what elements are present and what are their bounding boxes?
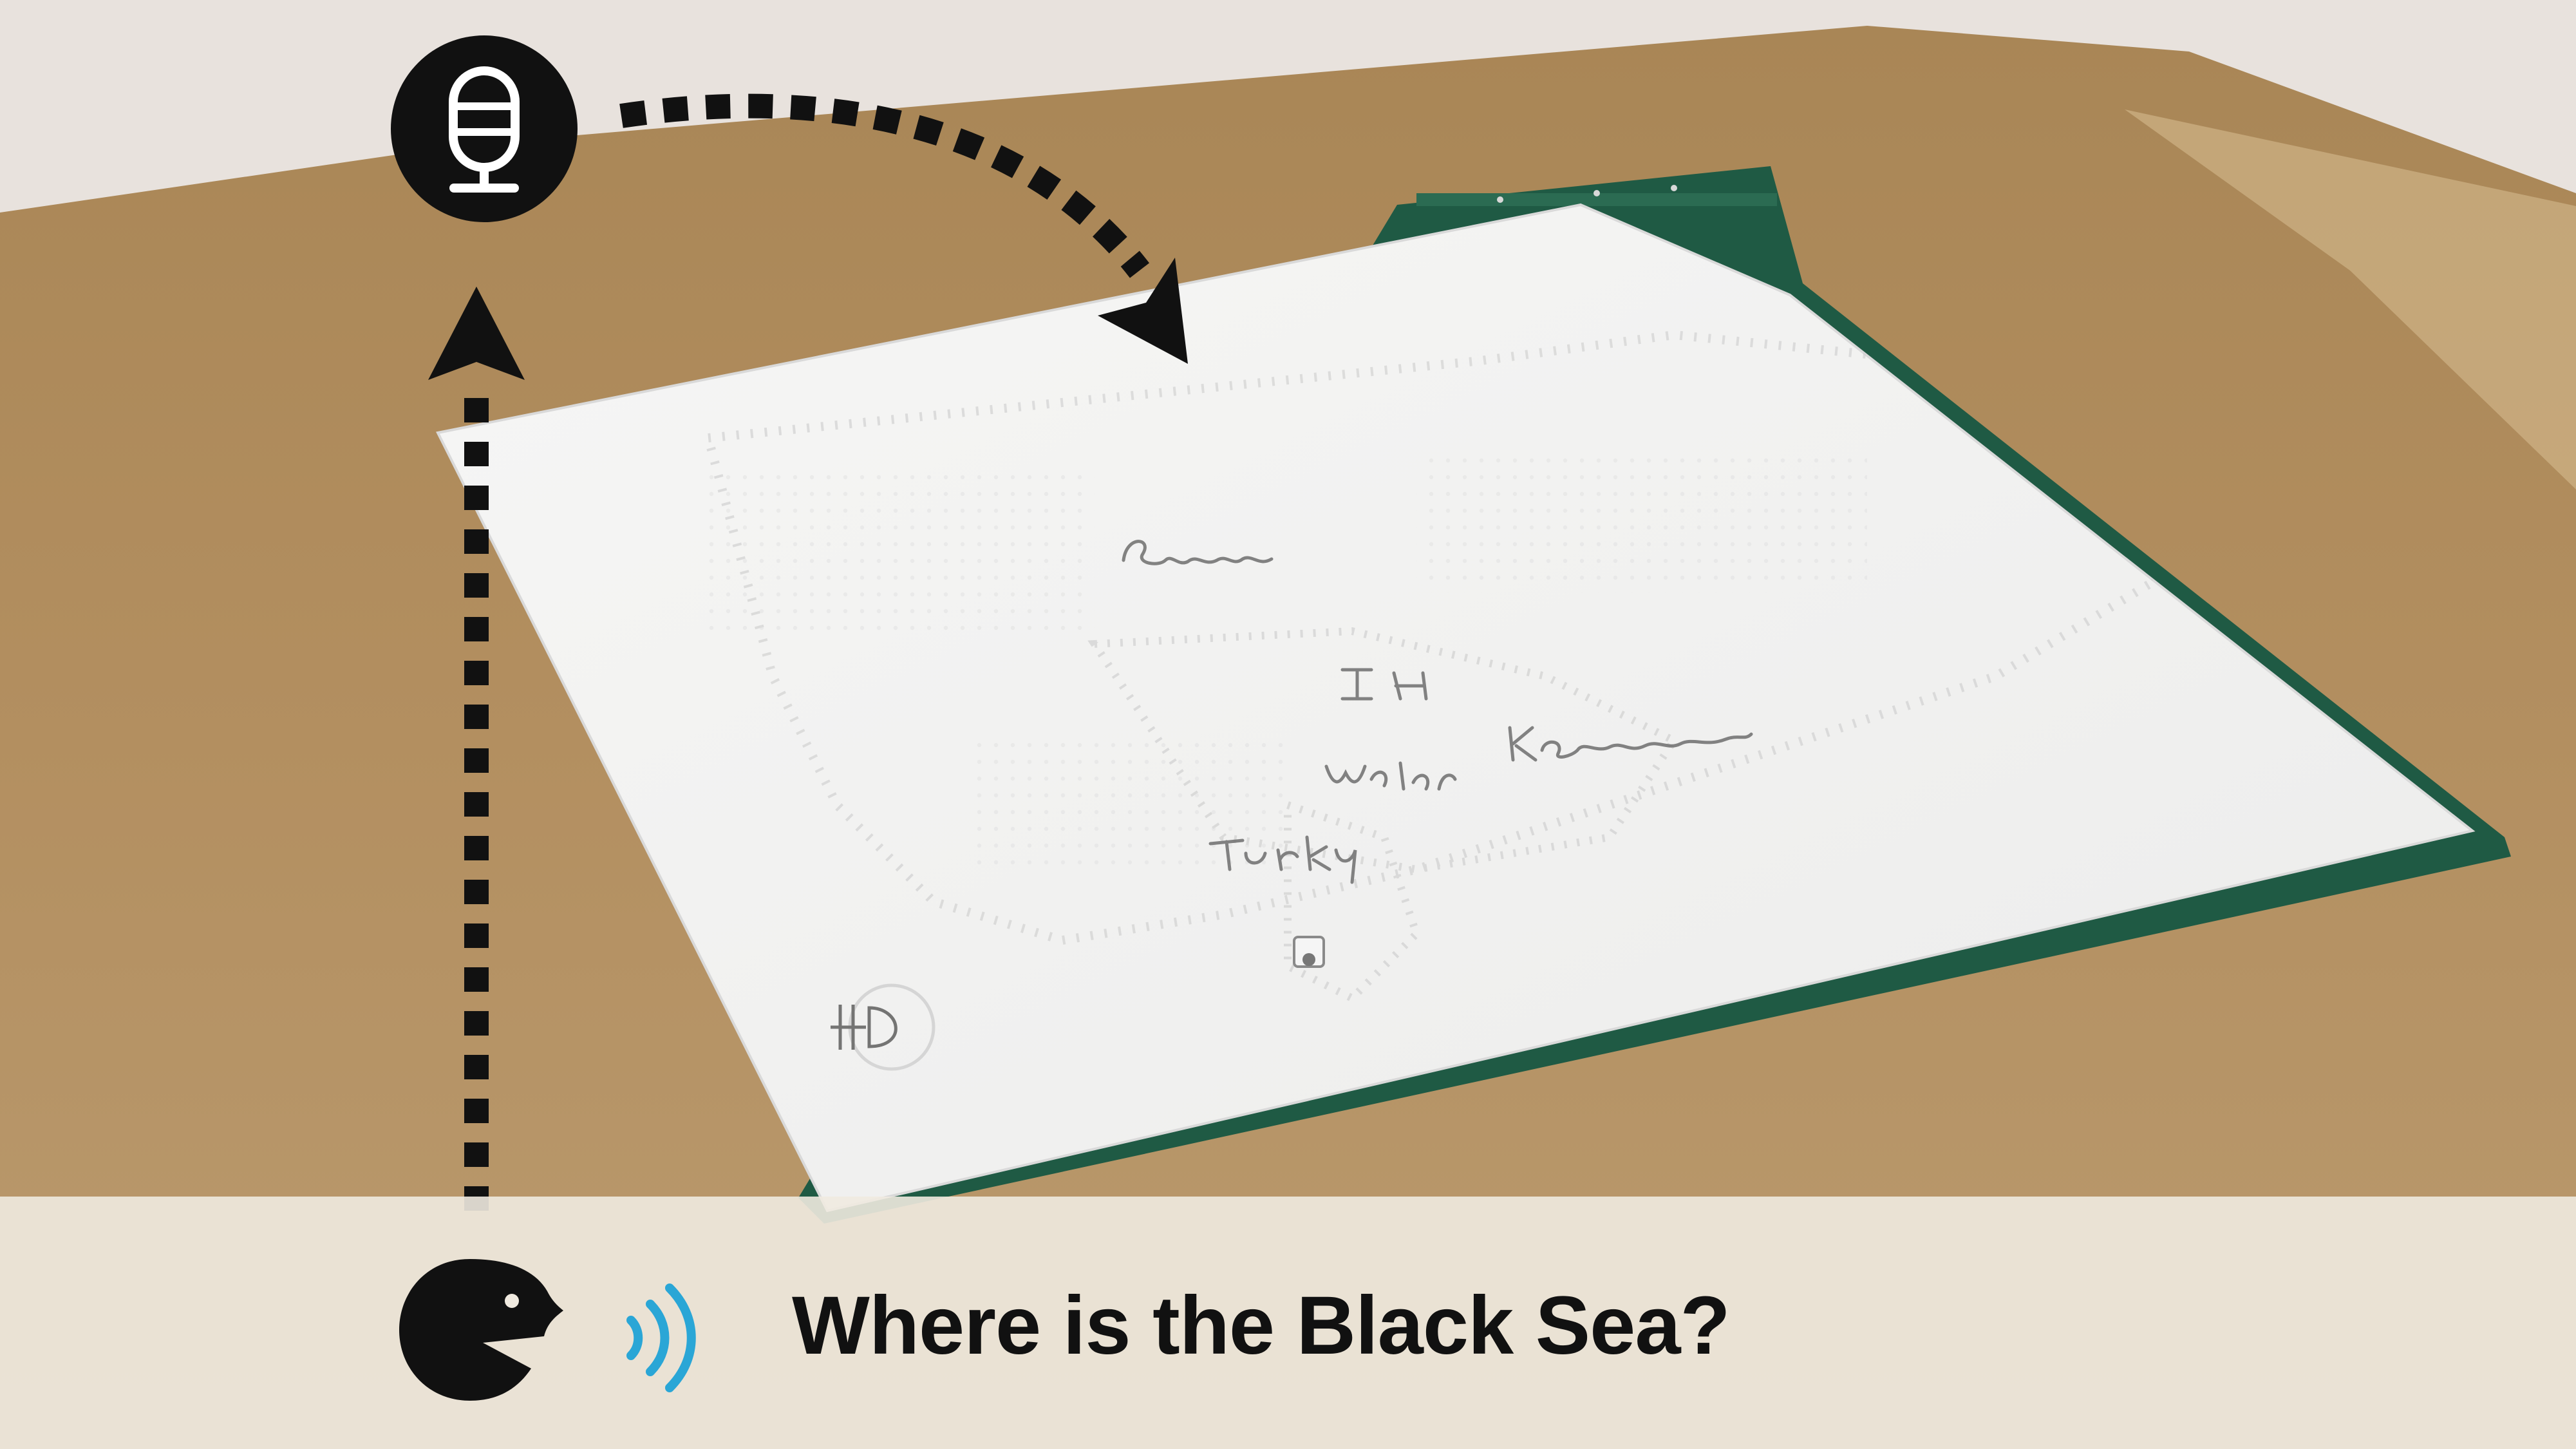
tactile-marker bbox=[1293, 936, 1325, 968]
question-caption: Where is the Black Sea? bbox=[792, 1280, 1731, 1372]
speaking-person-icon bbox=[399, 1259, 563, 1401]
microphone-icon bbox=[391, 35, 578, 222]
sound-waves-icon bbox=[626, 1283, 696, 1392]
illustration-scene: Where is the Black Sea? bbox=[0, 0, 2576, 1449]
